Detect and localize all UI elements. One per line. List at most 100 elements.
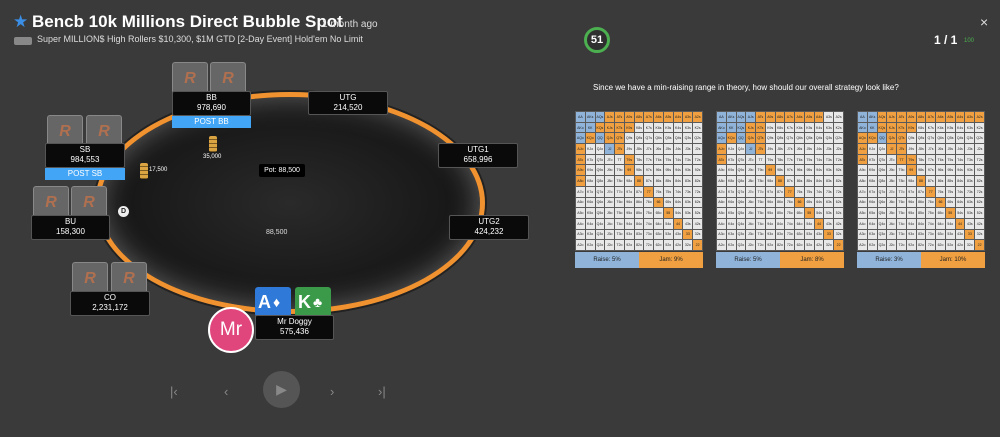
hand-cell-63s: 63s <box>824 197 834 208</box>
previous-button[interactable]: ‹ <box>224 384 228 399</box>
seat-hero[interactable]: Mr Doggy 575,436 <box>255 315 334 340</box>
hand-cell-65s: 65s <box>945 197 955 208</box>
seat-utg2[interactable]: UTG2 424,232 <box>449 215 529 240</box>
hand-cell-97o: 97o <box>765 186 775 197</box>
hand-cell-Q6o: Q6o <box>877 197 887 208</box>
hand-cell-TT: TT <box>615 154 624 165</box>
hand-cell-QJs: QJs <box>746 133 756 144</box>
hand-cell-K5o: K5o <box>726 208 736 218</box>
hand-cell-Q2s: Q2s <box>975 133 984 144</box>
hand-cell-J2o: J2o <box>605 240 615 250</box>
hand-cell-AKo: AKo <box>858 122 867 133</box>
hand-cell-32o: 32o <box>965 240 975 250</box>
hand-cell-84o: 84o <box>916 218 926 229</box>
hand-cell-64s: 64s <box>814 197 824 208</box>
hand-cell-95o: 95o <box>765 208 775 218</box>
hand-cell-A7o: A7o <box>858 186 867 197</box>
hand-cell-82s: 82s <box>693 176 702 186</box>
range-grid-option-3[interactable]: AA AKs AQs AJs ATs A9s A8s A7s A6s A5s A4s A3s A2s AK… <box>857 111 985 251</box>
hand-cell-K2s: K2s <box>693 122 702 133</box>
seat-name: UTG <box>339 93 357 102</box>
hand-cell-43s: 43s <box>965 218 975 229</box>
hand-cell-63s: 63s <box>683 197 693 208</box>
hand-cell-62s: 62s <box>693 197 702 208</box>
hand-cell-QJs: QJs <box>605 133 615 144</box>
seat-sb[interactable]: SB 984,553 <box>45 143 125 168</box>
close-icon[interactable]: × <box>980 14 988 30</box>
seat-co[interactable]: CO 2,231,172 <box>70 291 150 316</box>
hand-cell-A9s: A9s <box>624 112 634 122</box>
hand-cell-KTs: KTs <box>897 122 906 133</box>
hand-cell-22: 22 <box>975 240 984 250</box>
seat-bu[interactable]: BU 158,300 <box>31 215 110 240</box>
hand-cell-T6o: T6o <box>615 197 624 208</box>
favorite-star-icon[interactable]: ★ <box>13 12 28 32</box>
skip-first-button[interactable]: |‹ <box>170 384 178 399</box>
hand-cell-K9s: K9s <box>906 122 916 133</box>
hand-cell-J3s: J3s <box>824 144 834 154</box>
hand-cell-87o: 87o <box>916 186 926 197</box>
legend-option-2: Raise: 5% Jam: 8% <box>716 252 844 268</box>
hand-cell-87s: 87s <box>926 176 936 186</box>
hand-cell-J3s: J3s <box>683 144 693 154</box>
hand-cell-86o: 86o <box>916 197 926 208</box>
hand-cell-97o: 97o <box>624 186 634 197</box>
hand-cell-T7s: T7s <box>644 154 654 165</box>
hand-cell-KJs: KJs <box>605 122 615 133</box>
hand-cell-K3o: K3o <box>726 229 736 240</box>
hand-cell-J9s: J9s <box>624 144 634 154</box>
skip-last-button[interactable]: ›| <box>378 384 386 399</box>
hand-cell-T7s: T7s <box>785 154 795 165</box>
hand-cell-T3o: T3o <box>897 229 906 240</box>
hand-cell-J9o: J9o <box>746 165 756 176</box>
hand-cell-64o: 64o <box>654 218 663 229</box>
hand-cell-85s: 85s <box>945 176 955 186</box>
hand-cell-JTs: JTs <box>897 144 906 154</box>
hand-cell-K7o: K7o <box>726 186 736 197</box>
hand-cell-72s: 72s <box>975 186 984 197</box>
hand-cell-73o: 73o <box>785 229 795 240</box>
hand-cell-JTs: JTs <box>615 144 624 154</box>
hand-cell-43s: 43s <box>824 218 834 229</box>
hand-cell-J4o: J4o <box>887 218 897 229</box>
range-grid-option-2[interactable]: AA AKs AQs AJs ATs A9s A8s A7s A6s A5s A4s A3s A2s AK… <box>716 111 844 251</box>
hand-cell-K6o: K6o <box>726 197 736 208</box>
pot-label: Pot: 88,500 <box>259 164 305 177</box>
hand-cell-43o: 43o <box>814 229 824 240</box>
hand-cell-63o: 63o <box>654 229 663 240</box>
hand-cell-AA: AA <box>576 112 585 122</box>
next-button[interactable]: › <box>330 384 334 399</box>
seat-utg1[interactable]: UTG1 658,996 <box>438 143 518 168</box>
hand-cell-KTo: KTo <box>585 154 595 165</box>
hand-cell-J8o: J8o <box>605 176 615 186</box>
hand-cell-ATs: ATs <box>756 112 765 122</box>
hand-cell-AJo: AJo <box>576 144 585 154</box>
hand-cell-KQs: KQs <box>595 122 605 133</box>
hand-cell-K6o: K6o <box>867 197 877 208</box>
hand-cell-54o: 54o <box>804 218 814 229</box>
hand-cell-AQs: AQs <box>736 112 746 122</box>
hand-cell-72o: 72o <box>644 240 654 250</box>
hand-cell-T5o: T5o <box>615 208 624 218</box>
hand-cell-66: 66 <box>795 197 804 208</box>
hand-cell-96o: 96o <box>765 197 775 208</box>
seat-name: SB <box>79 145 91 154</box>
hand-cell-86s: 86s <box>795 176 804 186</box>
seat-utg[interactable]: UTG 214,520 <box>308 91 388 115</box>
card-logo: R <box>222 70 234 87</box>
hand-cell-93s: 93s <box>965 165 975 176</box>
hand-cell-42o: 42o <box>814 240 824 250</box>
hand-cell-Q3o: Q3o <box>877 229 887 240</box>
hand-cell-T2s: T2s <box>693 154 702 165</box>
hand-cell-64s: 64s <box>673 197 683 208</box>
hand-cell-A7s: A7s <box>926 112 936 122</box>
range-grid-option-1[interactable]: AA AKs AQs AJs ATs A9s A8s A7s A6s A5s A4s A3s A2s AK… <box>575 111 703 251</box>
hand-cell-T8s: T8s <box>634 154 644 165</box>
hand-cell-KTs: KTs <box>615 122 624 133</box>
hand-cell-A7s: A7s <box>785 112 795 122</box>
hand-cell-A7o: A7o <box>576 186 585 197</box>
seat-bb[interactable]: BB 978,690 <box>172 91 251 116</box>
hand-cell-J2s: J2s <box>834 144 843 154</box>
play-button[interactable]: ▶ <box>263 371 300 408</box>
hand-cell-42o: 42o <box>955 240 965 250</box>
